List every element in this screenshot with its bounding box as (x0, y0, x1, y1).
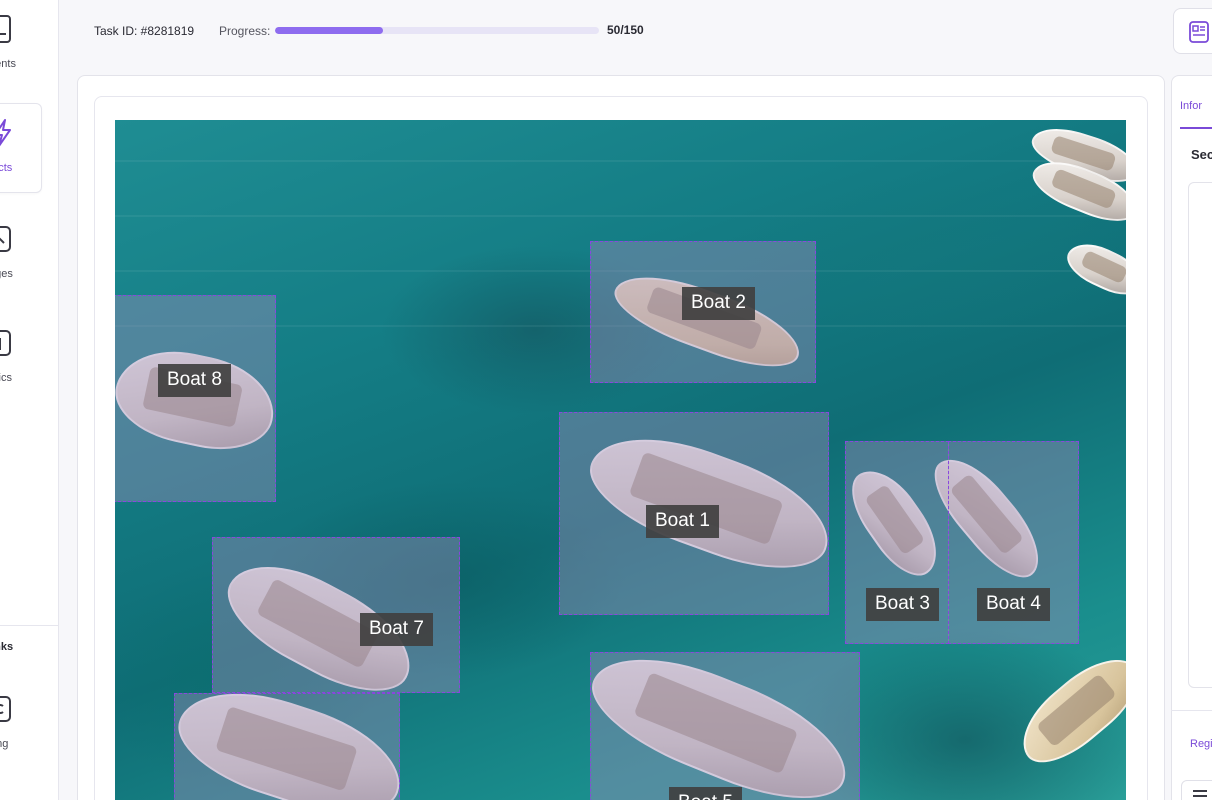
progress-fill (275, 27, 383, 34)
top-bar: Task ID: #8281819 Progress: 50/150 (59, 0, 1212, 62)
lightning-icon (0, 119, 11, 147)
list-button[interactable] (1181, 780, 1212, 800)
progress-label: Progress: (219, 24, 271, 38)
tab-information[interactable]: Infor (1180, 100, 1212, 112)
bounding-box[interactable]: Boat 8 (115, 295, 276, 502)
list-icon (1193, 790, 1207, 797)
sidebar-item-label: jects (0, 162, 13, 174)
bbox-label[interactable]: Boat 3 (866, 588, 939, 621)
analytics-icon (0, 330, 11, 356)
bounding-box[interactable]: Boat 5 (590, 652, 860, 800)
sidebar-item-documents[interactable]: ments (0, 0, 42, 90)
sidebar-item-projects[interactable]: jects (0, 103, 42, 193)
bounding-box[interactable] (174, 693, 400, 800)
right-panel-divider (1171, 710, 1212, 711)
bbox-label[interactable]: Boat 2 (682, 287, 755, 320)
tab-regions[interactable]: Regi (1190, 738, 1212, 750)
annotation-image[interactable]: Boat 2 Boat 8 Boat 1 Boat 3 Boat 4 Boat … (115, 120, 1126, 800)
annotation-app: ments jects ages ytics links (0, 0, 1212, 800)
sidebar-item-support[interactable]: ing (0, 680, 42, 770)
bbox-label[interactable]: Boat 5 (669, 787, 742, 800)
task-id: Task ID: #8281819 (94, 24, 195, 38)
boat-image (1060, 234, 1126, 304)
bounding-box[interactable]: Boat 7 (212, 537, 460, 693)
water-texture (115, 215, 1126, 217)
progress-bar (275, 27, 599, 34)
document-view-icon (1189, 21, 1209, 43)
links-section-title: links (0, 641, 14, 653)
sidebar-item-label: ing (0, 738, 9, 750)
sidebar-item-analytics[interactable]: ytics (0, 314, 42, 404)
sidebar-item-label: ments (0, 58, 16, 70)
left-sidebar: ments jects ages ytics links (0, 0, 59, 800)
image-icon (0, 226, 11, 252)
bbox-label[interactable]: Boat 7 (360, 613, 433, 646)
water-texture (115, 160, 1126, 162)
bbox-label[interactable]: Boat 8 (158, 364, 231, 397)
right-panel-content-box (1188, 182, 1212, 688)
sidebar-item-images[interactable]: ages (0, 210, 42, 300)
bbox-label[interactable]: Boat 1 (646, 505, 719, 538)
sidebar-item-label: ages (0, 268, 13, 280)
bounding-box[interactable]: Boat 2 (590, 241, 816, 383)
support-icon (0, 696, 11, 722)
active-tab-indicator (1180, 127, 1212, 129)
boat-image (1007, 642, 1126, 778)
sidebar-divider (0, 625, 59, 626)
bounding-box[interactable]: Boat 3 (845, 441, 949, 644)
right-panel-section-title: Sec (1191, 147, 1212, 162)
bounding-box[interactable]: Boat 1 (559, 412, 829, 615)
document-view-button[interactable] (1173, 8, 1212, 54)
bounding-box[interactable]: Boat 4 (948, 441, 1079, 644)
progress-count: 50/150 (607, 23, 644, 37)
document-icon (0, 15, 11, 43)
sidebar-item-label: ytics (0, 372, 12, 384)
bbox-label[interactable]: Boat 4 (977, 588, 1050, 621)
